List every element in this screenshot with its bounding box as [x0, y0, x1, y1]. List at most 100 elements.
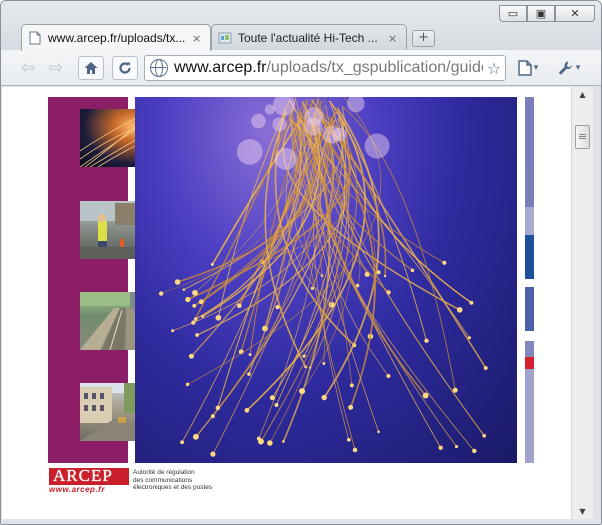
fiber-glow [310, 286, 314, 290]
fiber-glow [180, 440, 184, 445]
fiber-glow [248, 353, 252, 357]
fiber-glow [349, 383, 354, 388]
bokeh-light [272, 117, 287, 132]
window-border [1, 519, 601, 524]
fiber-glow [452, 387, 458, 393]
color-stripe [525, 279, 534, 287]
bookmark-star-icon[interactable]: ☆ [483, 59, 505, 78]
fiber-glow [454, 445, 459, 449]
bokeh-light [332, 127, 347, 142]
tab-close-icon[interactable]: × [388, 32, 400, 45]
fiber-glow [410, 268, 415, 273]
fiber-glow [192, 289, 198, 296]
fiber-glow [193, 317, 198, 321]
url-host: www.arcep.fr [174, 59, 267, 76]
fiber-glow [348, 404, 354, 410]
color-stripes [525, 97, 534, 463]
wrench-menu-button[interactable]: ▾ [552, 56, 586, 80]
window-controls: ▭ ▣ ✕ [499, 5, 595, 22]
fiber-glow [275, 305, 280, 310]
logo-caption: Autorité de régulation des communication… [133, 469, 223, 492]
bokeh-light [236, 139, 263, 165]
fiber-glow [215, 314, 222, 321]
bokeh-light [274, 148, 297, 171]
fiber-glow [195, 333, 200, 337]
minimize-button[interactable]: ▭ [499, 5, 527, 22]
page-menu-icon [517, 60, 532, 76]
fiber-glow [182, 288, 186, 291]
fiber-glow [352, 447, 358, 453]
fiber-glow [201, 314, 205, 318]
fiber-glow [304, 365, 308, 369]
fiber-glow [386, 374, 391, 378]
fiber-glow [282, 440, 285, 443]
fiber-glow [192, 433, 199, 440]
fiber-glow [355, 283, 360, 288]
vertical-scrollbar[interactable]: ▲ ▼ [571, 87, 593, 519]
bokeh-light [347, 97, 365, 113]
close-window-button[interactable]: ✕ [555, 5, 595, 22]
address-bar[interactable]: www.arcep.fr/uploads/tx_gspublication/gu… [144, 55, 506, 81]
fiber-glow [171, 329, 175, 333]
url-text[interactable]: www.arcep.fr/uploads/tx_gspublication/gu… [174, 59, 483, 77]
globe-icon [150, 59, 168, 77]
color-stripe [525, 97, 534, 207]
fiber-glow [257, 438, 264, 445]
bokeh-light [364, 133, 390, 159]
fiber-optic-image [135, 97, 517, 463]
scroll-up-icon[interactable]: ▲ [576, 90, 589, 99]
back-button[interactable]: ⇦ [15, 56, 41, 80]
logo-text: ARCEP [53, 466, 113, 485]
color-stripe [525, 287, 534, 331]
color-stripe [525, 207, 534, 235]
reload-button[interactable] [112, 56, 138, 80]
fiber-glow [438, 445, 443, 450]
fiber-glow [483, 365, 488, 370]
fiber-glow [210, 263, 214, 266]
fiber-glow [467, 336, 471, 340]
fiber-glow [472, 448, 477, 454]
scrollbar-thumb[interactable] [575, 125, 590, 149]
fiber-glow [302, 354, 306, 358]
tab-arcep[interactable]: www.arcep.fr/uploads/tx... × [21, 24, 211, 51]
new-tab-button[interactable]: + [412, 30, 435, 47]
fiber-glow [185, 296, 191, 303]
fiber-glow [299, 388, 306, 395]
fiber-glow [386, 290, 391, 295]
fiber-glow [383, 274, 387, 278]
fiber-glow [469, 300, 474, 305]
fiber-glow [274, 403, 279, 407]
browser-window: ▭ ▣ ✕ www.arcep.fr/uploads/tx... × Toute… [0, 0, 602, 525]
tab-hitech[interactable]: Toute l'actualité Hi-Tech ... × [211, 24, 407, 51]
reload-icon [119, 62, 131, 74]
tab-close-icon[interactable]: × [192, 32, 204, 45]
chevron-down-icon: ▾ [533, 63, 539, 73]
fiber-glow [174, 279, 181, 285]
caption-line: Autorité de régulation [133, 469, 195, 476]
site-favicon-icon [218, 31, 232, 45]
maximize-button[interactable]: ▣ [527, 5, 555, 22]
page-content: ARCEP www.arcep.fr Autorité de régulatio… [2, 87, 571, 519]
caption-line: électroniques et des postes [133, 484, 213, 491]
scroll-down-icon[interactable]: ▼ [576, 507, 589, 516]
fiber-glow [321, 394, 327, 401]
home-button[interactable] [78, 56, 104, 80]
fiber-glow [244, 407, 250, 413]
fiber-glow [482, 433, 486, 438]
fiber-glow [322, 362, 326, 365]
arcep-logo: ARCEP www.arcep.fr [49, 466, 129, 496]
fiber-glow [456, 307, 463, 313]
fiber-glow [185, 382, 190, 387]
forward-button[interactable]: ⇨ [43, 56, 69, 80]
page-menu-button[interactable]: ▾ [513, 56, 543, 80]
chevron-down-icon: ▾ [575, 63, 581, 73]
fiber-glow [346, 437, 351, 442]
bokeh-light [304, 107, 324, 126]
fiber-glow [422, 392, 429, 399]
fiber-glow [269, 395, 275, 401]
fiber-glow [215, 405, 221, 411]
logo-url: www.arcep.fr [49, 485, 105, 494]
fiber-glow [191, 320, 196, 325]
home-icon [84, 62, 98, 74]
fiber-glow [188, 353, 194, 359]
